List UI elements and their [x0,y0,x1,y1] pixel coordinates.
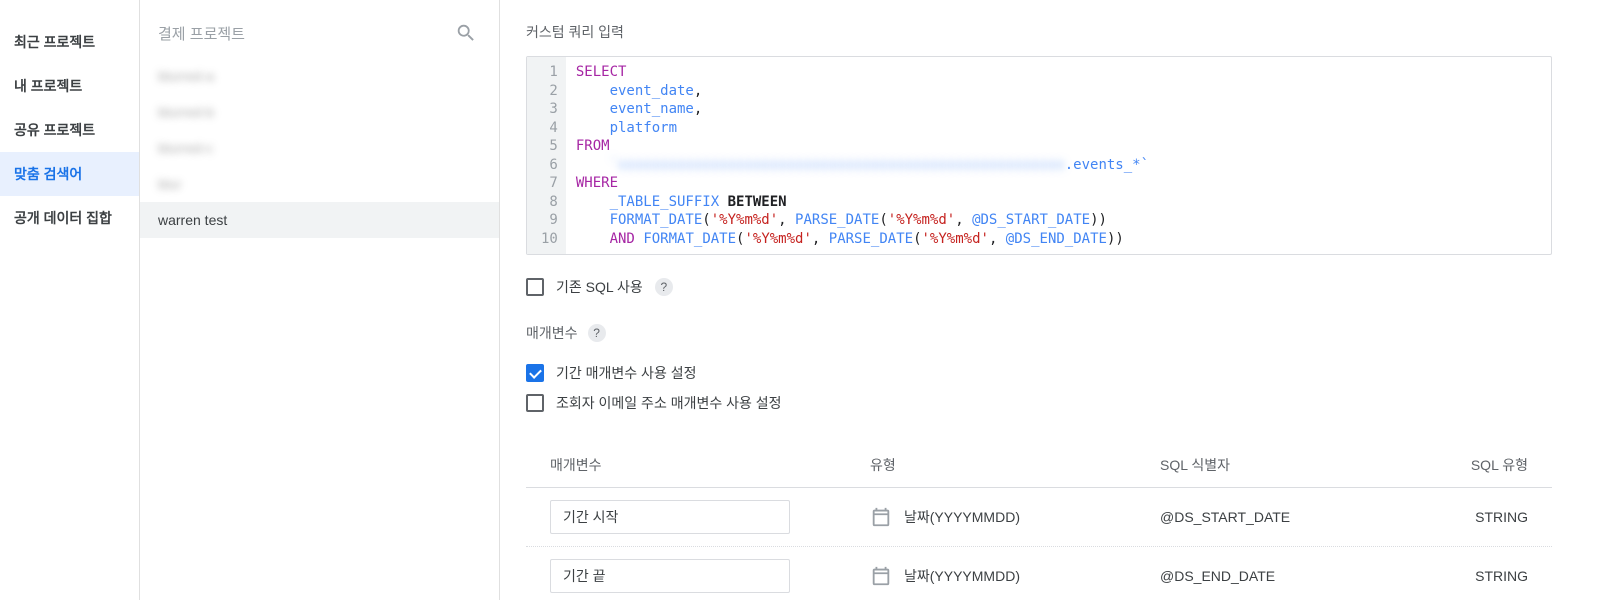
projects-panel: 결제 프로젝트 blurred-a blurred-b blurred-c bl… [140,0,500,600]
calendar-icon [870,506,892,528]
parameters-table: 매개변수 유형 SQL 식별자 SQL 유형 날짜(YYYYMMDD) @DS_… [526,443,1552,600]
help-icon[interactable]: ? [588,324,606,342]
date-range-param-checkbox[interactable] [526,364,544,382]
param-name-input[interactable] [550,500,790,534]
viewer-email-param-label: 조회자 이메일 주소 매개변수 사용 설정 [556,393,782,413]
legacy-sql-checkbox[interactable] [526,278,544,296]
calendar-icon [870,565,892,587]
viewer-email-param-checkbox[interactable] [526,394,544,412]
table-row: 날짜(YYYYMMDD) @DS_END_DATE STRING [526,547,1552,600]
col-sql-id: SQL 식별자 [1160,455,1460,475]
help-icon[interactable]: ? [655,278,673,296]
param-sql-type: STRING [1460,568,1528,584]
project-item-blurred[interactable]: blurred-b [140,94,499,130]
project-search-input[interactable]: 결제 프로젝트 [158,23,455,44]
legacy-sql-label: 기존 SQL 사용 [556,277,643,297]
project-item-blurred[interactable]: blurred-a [140,58,499,94]
nav-my-projects[interactable]: 내 프로젝트 [0,64,139,108]
param-sql-id: @DS_END_DATE [1160,568,1460,584]
editor-code[interactable]: SELECT event_date, event_name, platform … [566,57,1159,254]
param-type-label: 날짜(YYYYMMDD) [904,566,1020,586]
left-nav: 최근 프로젝트 내 프로젝트 공유 프로젝트 맞춤 검색어 공개 데이터 집합 [0,0,140,600]
project-item-blurred[interactable]: blur [140,166,499,202]
parameters-heading: 매개변수 [526,323,578,343]
nav-public-datasets[interactable]: 공개 데이터 집합 [0,196,139,240]
sql-editor[interactable]: 12345678910 SELECT event_date, event_nam… [526,56,1552,255]
nav-custom-query[interactable]: 맞춤 검색어 [0,152,139,196]
col-sql-type: SQL 유형 [1460,455,1528,475]
table-row: 날짜(YYYYMMDD) @DS_START_DATE STRING [526,488,1552,547]
project-item-warren-test[interactable]: warren test [140,202,499,238]
param-name-input[interactable] [550,559,790,593]
main-panel: 커스텀 쿼리 입력 12345678910 SELECT event_date,… [500,0,1600,600]
param-type-label: 날짜(YYYYMMDD) [904,507,1020,527]
col-type: 유형 [870,455,1160,475]
nav-shared-projects[interactable]: 공유 프로젝트 [0,108,139,152]
date-range-param-label: 기간 매개변수 사용 설정 [556,363,696,383]
project-item-blurred[interactable]: blurred-c [140,130,499,166]
search-icon[interactable] [455,22,477,44]
col-param-name: 매개변수 [550,455,870,475]
param-sql-type: STRING [1460,509,1528,525]
param-sql-id: @DS_START_DATE [1160,509,1460,525]
nav-recent-projects[interactable]: 최근 프로젝트 [0,20,139,64]
custom-query-title: 커스텀 쿼리 입력 [526,22,1552,42]
editor-gutter: 12345678910 [527,57,566,254]
